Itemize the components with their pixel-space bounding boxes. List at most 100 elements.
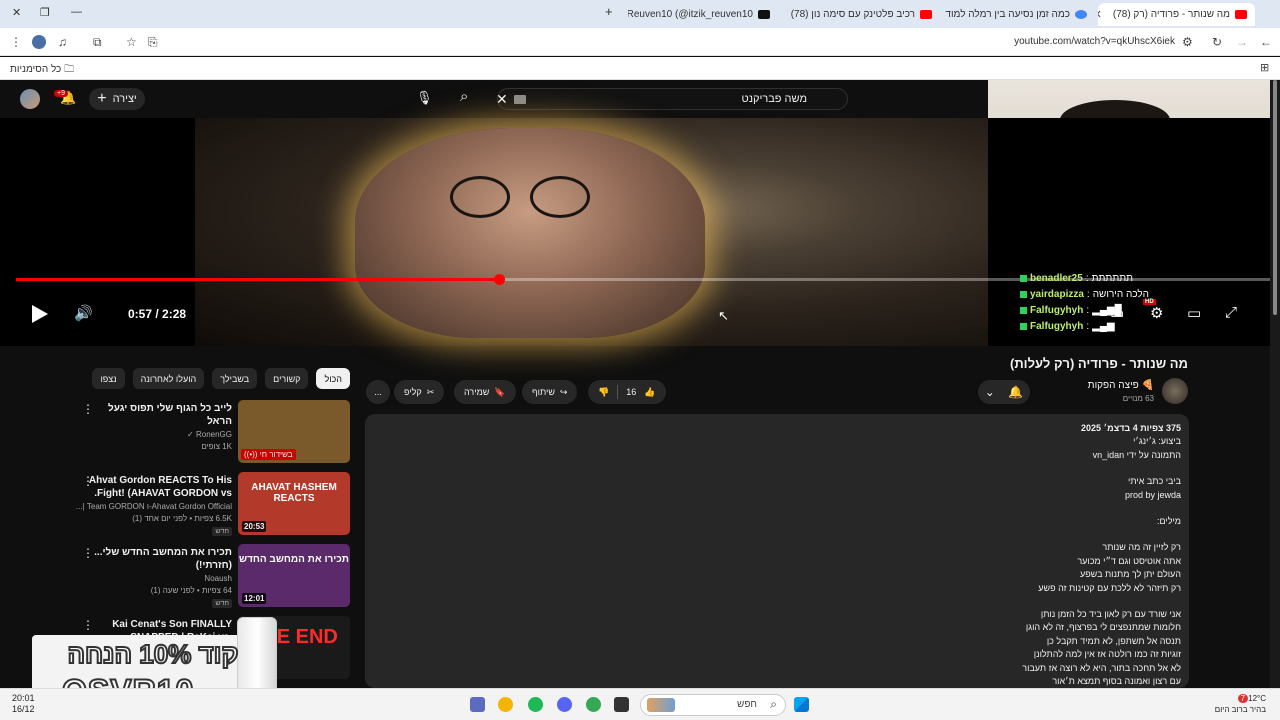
recommendation-channel[interactable]: Ahavat Gordon Official-ו Team GORDON |..… [72, 502, 232, 511]
recommendation-channel[interactable]: RonenGG ✓ [72, 430, 232, 439]
play-button[interactable] [32, 305, 48, 323]
more-options-icon[interactable]: ⋮ [82, 474, 94, 488]
subtitles-icon[interactable]: ▭ [1110, 304, 1124, 322]
dislike-button[interactable]: 👎 [598, 387, 609, 398]
tab-maps[interactable]: ✕ כמה זמן נסיעה בין רמלה למודי [945, 3, 1095, 26]
recommendation-item[interactable]: AHAVAT HASHEM REACTS 20:53 Ahvat Gordon RE… [70, 472, 350, 536]
discord-icon[interactable] [557, 697, 572, 712]
avatar[interactable] [20, 89, 40, 109]
live-badge: בשידור חי ((•)) [241, 449, 296, 460]
recommendation-thumbnail[interactable]: תכירו את המחשב החדש 12:01 [238, 544, 350, 607]
back-icon[interactable]: ← [1260, 35, 1272, 49]
url-text[interactable]: youtube.com/watch?v=qkUhscX6iek [1014, 36, 1175, 47]
clear-search-icon[interactable]: ✕ [496, 91, 508, 108]
share-label: שיתוף [532, 387, 555, 397]
keyboard-icon[interactable] [514, 95, 526, 104]
extensions-icon[interactable]: ⧉ [93, 35, 102, 50]
recommendation-item[interactable]: תכירו את המחשב החדש 12:01 תכירו את המחשב ה… [70, 544, 350, 608]
clip-button[interactable]: קליפ ✂ [394, 380, 445, 404]
recommendation-channel[interactable]: Noaush [72, 574, 232, 583]
tab-label: כמה זמן נסיעה בין רמלה למודי [945, 9, 1070, 20]
media-controls-icon[interactable]: ♫ [58, 35, 67, 49]
chrome-app-icon[interactable] [498, 697, 513, 712]
minimize-window-icon[interactable]: — [71, 6, 82, 18]
chip-related[interactable]: קשורים [265, 368, 309, 389]
tab-active[interactable]: ✕ (78) מה שנותר - פרודיה (רק [1098, 3, 1255, 26]
page-scrollbar[interactable] [1270, 80, 1280, 688]
tab-video[interactable]: ✕ (78) רכיב פלטינק עם סימה נון [790, 3, 940, 26]
chip-watched[interactable]: נצפו [92, 368, 125, 389]
share-button[interactable]: שיתוף ↪ [522, 380, 578, 404]
thumbnail-text: תכירו את המחשב החדש [239, 554, 349, 565]
youtube-favicon-icon [1235, 10, 1247, 19]
create-button[interactable]: יצירה + [89, 88, 145, 110]
chat-message: yairdapizza : הלכה הירושה [1020, 286, 1190, 302]
chat-badge-icon [1020, 306, 1027, 314]
apps-grid-icon[interactable]: ⊞ [1260, 61, 1269, 74]
forward-icon[interactable]: → [1236, 35, 1248, 49]
description-box[interactable]: 375 צפיות 4 בדצמ׳ 2025 ביצוע: ג׳ינג׳י התמ… [365, 414, 1189, 688]
recommendation-item[interactable]: בשידור חי ((•)) לייב כל הגוף שלי תפוס יגע… [70, 400, 350, 464]
terminal-icon[interactable] [614, 697, 629, 712]
more-options-icon[interactable]: ⋮ [82, 546, 94, 560]
description-line: עם רצון ואמונה בסוף תמצא ת׳אור [1052, 676, 1181, 687]
save-button[interactable]: שמירה 🔖 [454, 380, 516, 404]
channel-name[interactable]: 🍕 פיצה הפקות [1088, 380, 1154, 391]
scrubber-handle[interactable] [493, 274, 505, 285]
restore-window-icon[interactable]: ❐ [40, 6, 50, 19]
more-options-icon[interactable]: ⋮ [82, 618, 94, 632]
recommendation-title[interactable]: לייב כל הגוף שלי תפוס יגעל הראל [82, 402, 232, 428]
taskbar-search[interactable]: חפש ⌕ [640, 694, 786, 716]
chat-badge-icon [1020, 274, 1027, 282]
channel-name-text: פיצה הפקות [1087, 380, 1139, 391]
chevron-down-icon: ⌄ [984, 385, 995, 399]
new-tab-button[interactable]: + [605, 4, 613, 19]
clip-label: קליפ [404, 387, 422, 397]
chip-all[interactable]: הכול [316, 368, 350, 389]
more-actions-button[interactable]: ... [366, 380, 390, 404]
spotify-icon[interactable] [528, 697, 543, 712]
chat-username: yairdapizza [1030, 288, 1084, 300]
description-line: ביבי כתב איתי [1128, 476, 1181, 487]
system-clock[interactable]: 20:01 16/12 [12, 693, 35, 715]
settings-gear-icon[interactable]: ⚙ [1150, 304, 1163, 322]
search-input[interactable]: ✕ משה פבריקנט [496, 88, 848, 110]
windows-start-icon[interactable] [794, 697, 809, 712]
subscribe-bell-button[interactable]: ⌄ 🔔 [978, 380, 1030, 404]
tab-tiktok[interactable]: ✕ ItzikReuven10 (@itzik_reuven10 [628, 3, 778, 26]
fullscreen-icon[interactable]: ⤢ [1225, 304, 1237, 321]
scrollbar-thumb[interactable] [1273, 80, 1277, 315]
menu-dots-icon[interactable]: ⋮ [10, 35, 22, 49]
scissors-icon: ✂ [426, 386, 435, 397]
recommendation-meta: 1K צופים [201, 442, 232, 451]
weather-widget[interactable]: 7 12°C בהיר ברוב היום [1215, 693, 1266, 715]
reload-icon[interactable]: ↻ [1212, 35, 1222, 49]
close-tab-icon[interactable]: ✕ [1098, 8, 1102, 21]
video-player[interactable]: 🔊 0:57 / 2:28 ↖ benadler25 : תתתתתת yaird… [0, 118, 1270, 346]
profile-icon[interactable] [32, 35, 46, 49]
recommendation-thumbnail[interactable]: בשידור חי ((•)) [238, 400, 350, 463]
site-settings-icon[interactable]: ⚙ [1182, 35, 1193, 49]
calculator-icon[interactable] [470, 697, 485, 712]
chrome-icon[interactable] [586, 697, 601, 712]
chip-recent[interactable]: הועלו לאחרונה [132, 368, 205, 389]
channel-avatar[interactable] [1162, 378, 1188, 404]
pizza-icon: 🍕 [1138, 380, 1154, 391]
recommendation-title[interactable]: תכירו את המחשב החדש שלי... (חזרתי!) [82, 546, 232, 572]
microphone-icon[interactable]: 🎙 [416, 90, 433, 106]
video-duration: 20:53 [242, 521, 267, 532]
theater-mode-icon[interactable]: ▭ [1187, 304, 1201, 322]
like-button[interactable]: 👍 [644, 387, 655, 398]
install-app-icon[interactable]: ⎘ [148, 35, 158, 50]
more-options-icon[interactable]: ⋮ [82, 402, 94, 416]
bookmark-star-icon[interactable]: ☆ [126, 35, 137, 49]
recommendation-thumbnail[interactable]: AHAVAT HASHEM REACTS 20:53 [238, 472, 350, 535]
close-window-icon[interactable]: ✕ [12, 6, 21, 19]
chip-for-you[interactable]: בשבילך [212, 368, 258, 389]
recommendation-title[interactable]: Ahvat Gordon REACTS To His Fight! (AHAVA… [82, 474, 232, 500]
volume-icon[interactable]: 🔊 [74, 304, 93, 322]
search-button[interactable]: ⌕ [460, 88, 468, 105]
description-gap [401, 502, 1181, 515]
all-bookmarks-button[interactable]: 🗀 כל הסימניות [10, 62, 74, 79]
description-line: prod by jewda [1124, 489, 1181, 500]
